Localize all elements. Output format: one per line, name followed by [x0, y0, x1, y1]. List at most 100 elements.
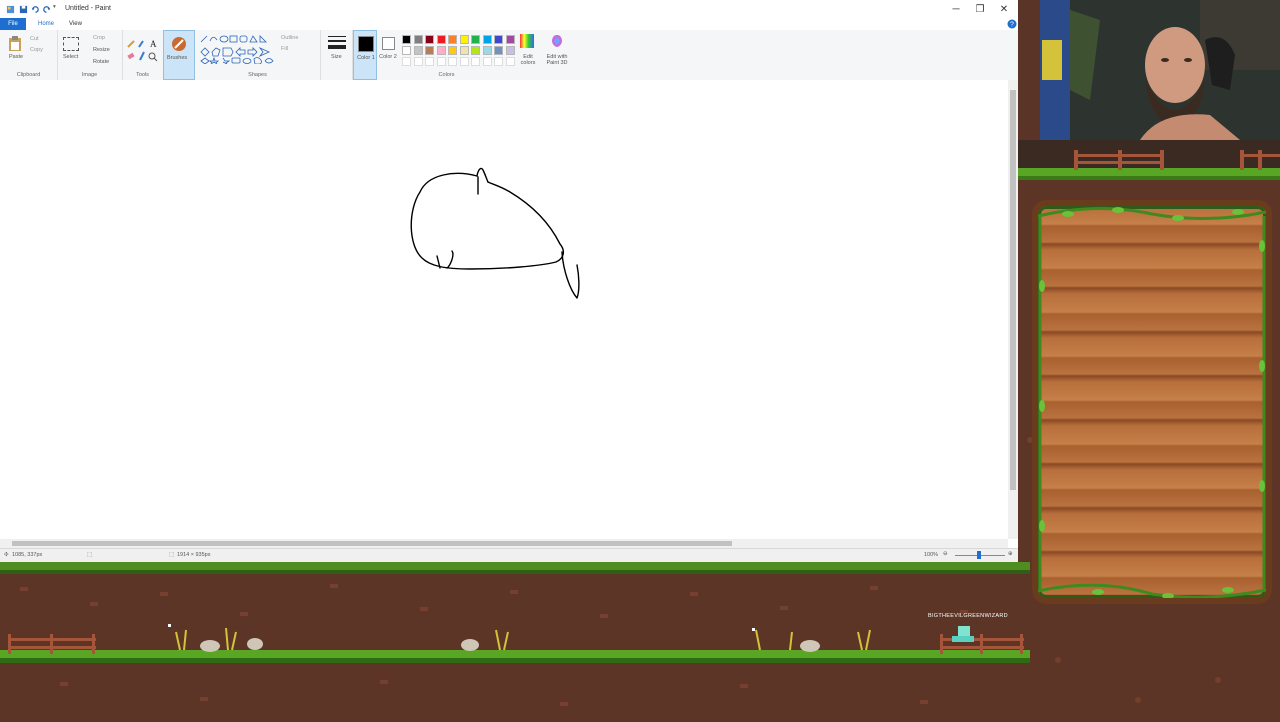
tab-home[interactable]: Home [38, 18, 54, 30]
select-icon[interactable] [63, 37, 79, 51]
zoom-in-icon[interactable]: ⊕ [1008, 551, 1013, 557]
cut-button[interactable]: Cut [30, 36, 39, 42]
tools-group: A Tools [122, 30, 164, 80]
horizontal-scroll-thumb[interactable] [12, 541, 732, 546]
rotate-button[interactable]: Rotate [93, 59, 109, 65]
image-group: Select Crop Resize Rotate Image [57, 30, 123, 80]
zoom-level: 100% [924, 552, 939, 558]
window-title: Untitled - Paint [65, 5, 111, 12]
tab-view[interactable]: View [69, 18, 82, 30]
color2-swatch [382, 37, 395, 50]
title-bar: ▾ Untitled - Paint ─ ❐ ✕ [0, 0, 1018, 18]
palette-swatch[interactable] [471, 46, 480, 55]
svg-text:?: ? [1010, 22, 1014, 29]
paste-button[interactable]: Paste [9, 54, 23, 60]
custom-color-slot[interactable] [425, 57, 434, 66]
custom-color-slot[interactable] [505, 57, 515, 66]
palette-swatch[interactable] [413, 35, 423, 44]
palette-swatch[interactable] [402, 35, 411, 44]
custom-color-slot[interactable] [436, 57, 446, 66]
paste-icon[interactable] [8, 36, 22, 52]
custom-color-slot[interactable] [459, 57, 469, 66]
palette-swatch[interactable] [425, 35, 434, 44]
status-bar: ✣ 1085, 337px ⬚ ⬚ 1914 × 935px 100% ⊖ ⊕ [0, 548, 1018, 562]
tab-file[interactable]: File [0, 18, 26, 30]
palette-swatch[interactable] [505, 46, 515, 55]
palette-swatch[interactable] [494, 46, 503, 55]
edit-with-paint3d-button[interactable]: Edit with Paint 3D [542, 54, 572, 66]
vertical-scrollbar[interactable] [1008, 80, 1018, 539]
palette-swatch[interactable] [459, 35, 469, 44]
canvas-size-icon: ⬚ [169, 552, 175, 558]
outline-button[interactable]: Outline [281, 35, 298, 41]
zoom-slider-thumb[interactable] [977, 551, 981, 559]
resize-button[interactable]: Resize [93, 47, 110, 53]
paint3d-icon[interactable] [550, 34, 564, 48]
palette-swatch[interactable] [436, 35, 446, 44]
custom-color-slot[interactable] [482, 57, 492, 66]
color2-button[interactable]: Color 2 [377, 30, 399, 80]
palette-swatch[interactable] [436, 46, 446, 55]
horizontal-scrollbar[interactable] [0, 539, 1008, 548]
undo-icon[interactable] [31, 5, 40, 14]
drawing-canvas[interactable] [0, 80, 1008, 539]
copy-button[interactable]: Copy [30, 47, 43, 53]
size-group: Size [320, 30, 353, 80]
minimize-button[interactable]: ─ [948, 4, 964, 16]
drawing-tail-stroke [561, 251, 580, 299]
palette-swatch[interactable] [448, 46, 457, 55]
size-icon[interactable] [328, 36, 346, 50]
palette-swatch[interactable] [448, 35, 457, 44]
vertical-scroll-thumb[interactable] [1010, 90, 1016, 490]
palette-swatch[interactable] [494, 35, 503, 44]
colors-group-label: Colors [438, 72, 455, 78]
palette-swatch[interactable] [425, 46, 434, 55]
zoom-out-icon[interactable]: ⊖ [943, 551, 948, 557]
color1-swatch [358, 36, 374, 52]
canvas-drawing [410, 167, 580, 299]
selection-size-icon: ⬚ [87, 552, 93, 558]
canvas-size: 1914 × 935px [177, 552, 211, 558]
custom-color-slot[interactable] [471, 57, 480, 66]
webcam-image [1040, 0, 1280, 140]
redo-icon[interactable] [42, 5, 51, 14]
palette-swatch[interactable] [471, 35, 480, 44]
palette-swatch[interactable] [482, 46, 492, 55]
custom-color-slot[interactable] [413, 57, 423, 66]
size-label: Size [331, 54, 342, 60]
tools-icons[interactable]: A [126, 38, 158, 62]
clipboard-group: Paste Cut Copy Clipboard [0, 30, 58, 80]
palette-swatch[interactable] [459, 46, 469, 55]
brushes-button[interactable]: Brushes [163, 30, 195, 80]
color2-label: Color 2 [379, 54, 397, 60]
palette-swatch[interactable] [505, 35, 515, 44]
quick-access-dropdown-icon[interactable]: ▾ [53, 4, 56, 10]
stream-game-strip [0, 562, 1030, 720]
webcam-feed [1040, 0, 1280, 140]
image-group-label: Image [81, 72, 98, 78]
maximize-button[interactable]: ❐ [972, 4, 988, 16]
crop-button[interactable]: Crop [93, 35, 105, 41]
custom-color-slot[interactable] [494, 57, 503, 66]
brushes-label: Brushes [167, 55, 188, 61]
custom-color-slot[interactable] [448, 57, 457, 66]
cursor-position: 1085, 337px [12, 552, 43, 558]
paint-app-icon [6, 5, 15, 14]
cursor-position-icon: ✣ [4, 552, 9, 558]
select-button[interactable]: Select [63, 54, 78, 60]
edit-colors-button[interactable]: Edit colors [518, 54, 538, 66]
color1-button[interactable]: Color 1 [353, 30, 377, 80]
custom-color-slot[interactable] [402, 57, 411, 66]
palette-swatch[interactable] [482, 35, 492, 44]
vine-decoration [1038, 206, 1266, 598]
help-icon[interactable]: ? [1007, 19, 1017, 29]
wooden-chat-panel [1032, 200, 1272, 604]
fill-button[interactable]: Fill [281, 46, 288, 52]
shapes-gallery[interactable] [199, 34, 277, 64]
edit-colors-icon[interactable] [520, 34, 534, 48]
shapes-group-label: Shapes [248, 72, 267, 78]
palette-swatch[interactable] [413, 46, 423, 55]
palette-swatch[interactable] [402, 46, 411, 55]
close-button[interactable]: ✕ [996, 4, 1012, 16]
save-icon[interactable] [19, 5, 28, 14]
